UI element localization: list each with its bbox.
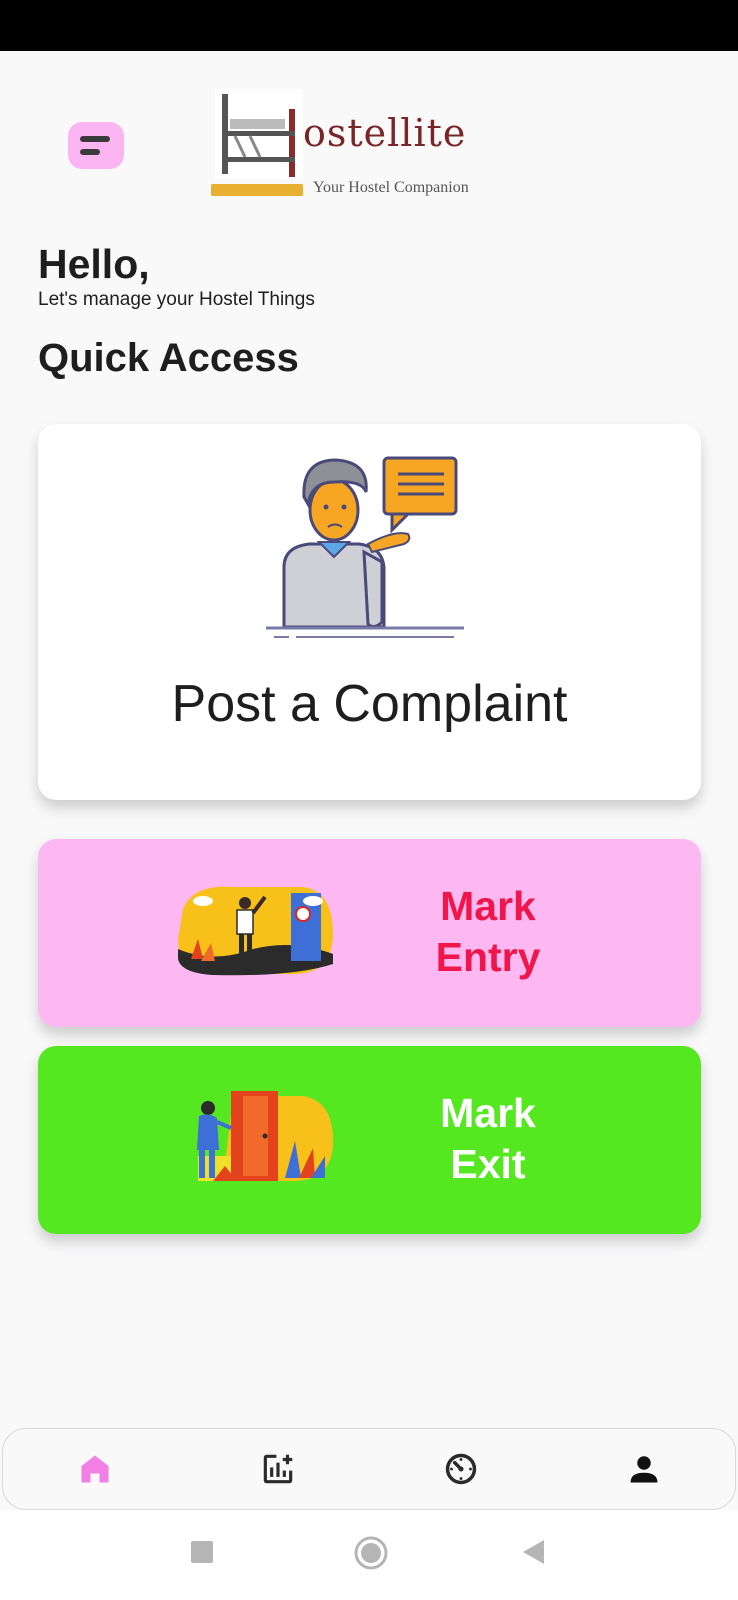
logo-underline — [211, 184, 303, 196]
nav-profile[interactable] — [614, 1439, 674, 1499]
back-icon — [523, 1540, 544, 1564]
person-icon — [630, 1456, 657, 1483]
greeting-subtitle: Let's manage your Hostel Things — [38, 289, 315, 310]
nav-home[interactable] — [65, 1439, 125, 1499]
home-circle-icon — [354, 1536, 388, 1570]
complaint-person-illustration — [266, 456, 464, 638]
mark-entry-card[interactable]: Mark Entry — [38, 839, 701, 1027]
logo-text: ostellite — [303, 111, 467, 155]
add-chart-icon — [263, 1454, 292, 1484]
mark-entry-line2: Entry — [435, 934, 541, 980]
mark-entry-label: Mark Entry — [418, 881, 558, 983]
menu-button[interactable] — [68, 122, 124, 169]
menu-bar-icon — [80, 136, 110, 142]
nav-timer[interactable] — [431, 1439, 491, 1499]
mark-exit-line2: Exit — [450, 1141, 526, 1187]
mark-exit-line1: Mark — [440, 1090, 536, 1136]
system-navigation-bar — [0, 1510, 738, 1600]
greeting-title: Hello, — [38, 241, 150, 287]
logo-tagline: Your Hostel Companion — [313, 179, 469, 196]
post-complaint-card[interactable]: Post a Complaint — [38, 424, 701, 800]
mark-exit-label: Mark Exit — [418, 1088, 558, 1190]
post-complaint-label: Post a Complaint — [171, 675, 568, 733]
mark-entry-line1: Mark — [440, 883, 536, 929]
status-bar — [0, 0, 738, 51]
bottom-navigation — [2, 1428, 736, 1510]
home-icon — [81, 1455, 108, 1483]
section-title: Quick Access — [38, 336, 299, 380]
app-screen: ostellite Your Hostel Companion Hello, L… — [0, 51, 738, 1421]
menu-bar-icon — [80, 149, 100, 155]
recents-icon — [191, 1541, 213, 1563]
back-system-button[interactable] — [522, 1539, 546, 1570]
recents-button[interactable] — [190, 1540, 214, 1569]
timer-icon — [445, 1453, 476, 1485]
app-logo: ostellite Your Hostel Companion — [205, 89, 505, 207]
nav-add-chart[interactable] — [248, 1439, 308, 1499]
exit-illustration — [197, 1091, 333, 1181]
entry-illustration — [178, 886, 333, 976]
mark-exit-card[interactable]: Mark Exit — [38, 1046, 701, 1234]
home-system-button[interactable] — [353, 1535, 389, 1576]
